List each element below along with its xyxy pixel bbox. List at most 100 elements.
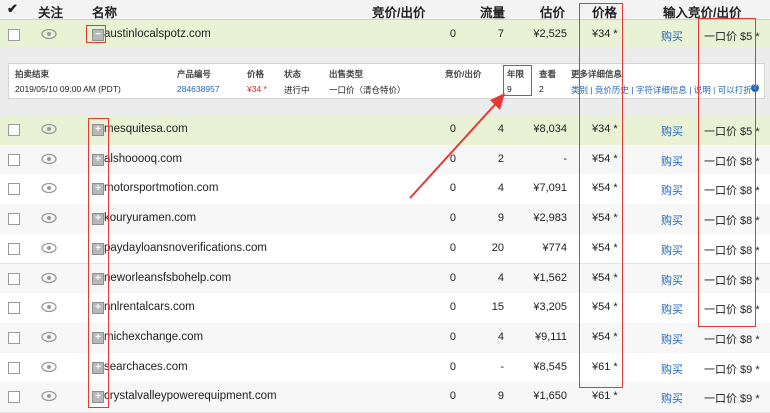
- detail-header-views: 查看: [539, 69, 557, 79]
- domain-name[interactable]: paydayloansnoverifications.com: [104, 242, 267, 254]
- buy-link[interactable]: 购买: [661, 153, 683, 169]
- buy-link[interactable]: 购买: [661, 28, 683, 44]
- detail-header-status: 状态: [284, 69, 302, 79]
- bids-value: 0: [449, 301, 456, 314]
- watch-eye-icon[interactable]: [41, 331, 57, 343]
- detail-header-end: 拍卖结束: [15, 69, 50, 79]
- table-header: ✔ 关注 名称 竞价/出价 流量 估价 价格 输入竞价/出价: [0, 0, 770, 20]
- domain-name[interactable]: michexchange.com: [104, 331, 203, 343]
- watch-eye-icon[interactable]: [41, 272, 57, 284]
- bids-value: 0: [449, 390, 456, 403]
- bids-value: 0: [449, 271, 456, 284]
- bids-value: 0: [449, 212, 456, 225]
- buy-link[interactable]: 购买: [661, 212, 683, 228]
- detail-box: 拍卖结束 产品编号 价格 状态 出售类型 竞价/出价 年限 查看 更多详细信息 …: [8, 63, 765, 99]
- header-bid-ask[interactable]: 竞价/出价: [372, 2, 425, 21]
- row-checkbox[interactable]: [8, 124, 20, 136]
- watch-eye-icon[interactable]: [41, 153, 57, 165]
- watch-eye-icon[interactable]: [41, 242, 57, 254]
- buy-link[interactable]: 购买: [661, 301, 683, 317]
- detail-views-value: 2: [539, 84, 544, 94]
- buy-link[interactable]: 购买: [661, 242, 683, 258]
- buy-link[interactable]: 购买: [661, 182, 683, 198]
- domain-name[interactable]: neworleansfsbohelp.com: [104, 272, 231, 284]
- row-checkbox[interactable]: [8, 391, 20, 404]
- detail-status-value: 进行中: [284, 85, 310, 95]
- price-value: ¥61 *: [592, 390, 618, 403]
- domain-name[interactable]: crystalvalleypowerequipment.com: [104, 390, 277, 402]
- buy-now-price[interactable]: 一口价 $9 *: [704, 361, 760, 377]
- valuation-value: ¥2,983: [533, 212, 567, 225]
- traffic-value: 4: [497, 330, 504, 343]
- watch-eye-icon[interactable]: [41, 390, 57, 402]
- table-row: + neworleansfsbohelp.com 0 4 ¥1,562 ¥54 * 购买 一口…: [0, 263, 770, 295]
- watch-eye-icon[interactable]: [41, 212, 57, 224]
- domain-name[interactable]: alshooooq.com: [104, 153, 182, 165]
- buy-link[interactable]: 购买: [661, 331, 683, 347]
- valuation-value: ¥9,111: [534, 330, 567, 343]
- traffic-value: 7: [497, 28, 504, 40]
- header-follow[interactable]: 关注: [38, 2, 63, 21]
- valuation-value: ¥3,205: [533, 301, 567, 314]
- buy-link[interactable]: 购买: [661, 390, 683, 406]
- row-checkbox[interactable]: [8, 242, 20, 255]
- watch-eye-icon[interactable]: [41, 301, 57, 313]
- buy-link[interactable]: 购买: [661, 272, 683, 288]
- header-valuation[interactable]: 估价: [540, 2, 565, 21]
- row-checkbox[interactable]: [8, 272, 20, 285]
- detail-sale-type-value: 一口价（清仓特价）: [329, 85, 406, 95]
- buy-link[interactable]: 购买: [661, 123, 683, 139]
- detail-price-value: ¥34 *: [247, 84, 267, 94]
- row-checkbox[interactable]: [8, 183, 20, 196]
- header-traffic[interactable]: 流量: [480, 2, 505, 21]
- valuation-value: ¥774: [542, 241, 567, 254]
- table-row: + paydayloansnoverifications.com 0 20 ¥774 ¥5…: [0, 233, 770, 265]
- bids-value: 0: [449, 330, 456, 343]
- domain-name[interactable]: searchaces.com: [104, 361, 188, 373]
- detail-id-link[interactable]: 284638957: [177, 84, 220, 94]
- annotation-box-price-column: [579, 3, 623, 388]
- valuation-value: ¥2,525: [533, 28, 567, 40]
- valuation-value: ¥1,650: [533, 390, 567, 403]
- row-checkbox[interactable]: [8, 331, 20, 344]
- detail-end-value: 2019/05/10 09:00 AM (PDT): [15, 84, 121, 94]
- row-checkbox[interactable]: [8, 153, 20, 166]
- domain-name[interactable]: kouryuramen.com: [104, 212, 196, 224]
- bids-value: 0: [449, 241, 456, 254]
- buy-now-price[interactable]: 一口价 $9 *: [704, 390, 760, 406]
- watch-eye-icon[interactable]: [41, 361, 57, 373]
- row-checkbox[interactable]: [8, 213, 20, 226]
- table-row: + mesquitesa.com 0 4 ¥8,034 ¥34 * 购买 一口价 $5 *: [0, 115, 770, 146]
- table-row: + nnlrentalcars.com 0 15 ¥3,205 ¥54 * 购买 一口价 $8…: [0, 293, 770, 324]
- select-all-check-icon[interactable]: ✔: [7, 1, 18, 17]
- row-checkbox[interactable]: [8, 29, 20, 41]
- domain-name[interactable]: austinlocalspotz.com: [104, 28, 211, 40]
- buy-link[interactable]: 购买: [661, 361, 683, 377]
- table-row-expanded: − austinlocalspotz.com 0 7 ¥2,525 ¥34 * …: [0, 20, 770, 49]
- bids-value: 0: [449, 360, 456, 373]
- table-row: + motorsportmotion.com 0 4 ¥7,091 ¥54 * 购买 一口价 …: [0, 174, 770, 206]
- watch-eye-icon[interactable]: [41, 123, 57, 135]
- valuation-value: ¥7,091: [533, 182, 567, 195]
- watch-eye-icon[interactable]: [41, 182, 57, 194]
- row-checkbox[interactable]: [8, 361, 20, 374]
- annotation-box-collapse: [86, 25, 106, 43]
- traffic-value: 4: [497, 271, 504, 284]
- row-checkbox[interactable]: [8, 302, 20, 315]
- annotation-arrow-icon: [409, 93, 505, 199]
- detail-header-bid-ask: 竞价/出价: [445, 69, 482, 79]
- traffic-value: 9: [497, 390, 504, 403]
- valuation-value: ¥1,562: [533, 271, 567, 284]
- bids-value: 0: [449, 28, 456, 40]
- detail-panel: 拍卖结束 产品编号 价格 状态 出售类型 竞价/出价 年限 查看 更多详细信息 …: [0, 48, 770, 115]
- table-row: + michexchange.com 0 4 ¥9,111 ¥54 * 购买 一口价 $8 *: [0, 322, 770, 354]
- domain-name[interactable]: motorsportmotion.com: [104, 182, 218, 194]
- table-row: + alshooooq.com 0 2- ¥54 * 购买 一口价 $8 *: [0, 144, 770, 176]
- detail-header-price: 价格: [247, 69, 265, 79]
- domain-name[interactable]: nnlrentalcars.com: [104, 301, 195, 313]
- watch-eye-icon[interactable]: [41, 28, 57, 40]
- header-name[interactable]: 名称: [92, 2, 117, 21]
- domain-name[interactable]: mesquitesa.com: [104, 123, 188, 135]
- detail-header-sale-type: 出售类型: [329, 69, 364, 79]
- buy-now-price[interactable]: 一口价 $8 *: [704, 331, 760, 347]
